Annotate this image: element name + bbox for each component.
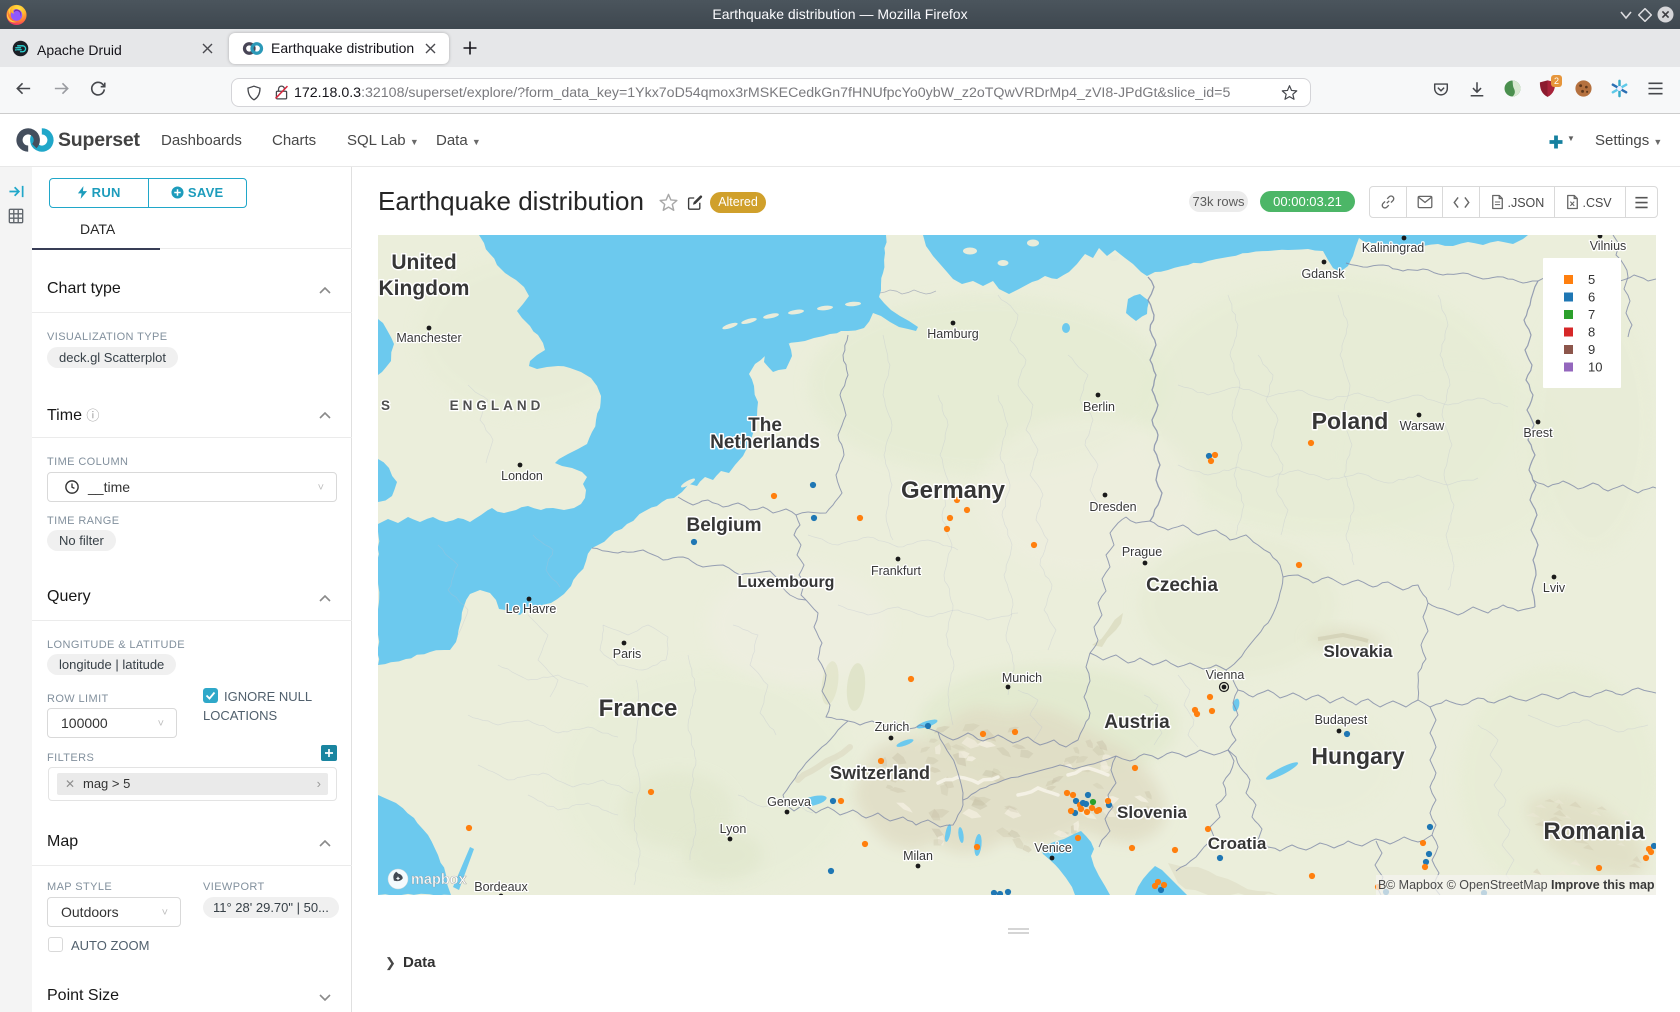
svg-text:Kingdom: Kingdom — [379, 277, 470, 300]
svg-text:7: 7 — [1588, 307, 1595, 322]
svg-text:Gdansk: Gdansk — [1301, 267, 1345, 281]
svg-text:B: B — [1378, 878, 1386, 892]
svg-text:6: 6 — [1588, 290, 1595, 305]
svg-text:Vienna: Vienna — [1206, 668, 1245, 682]
svg-text:5: 5 — [1588, 272, 1595, 287]
svg-text:Manchester: Manchester — [396, 331, 461, 345]
svg-text:Budapest: Budapest — [1315, 713, 1368, 727]
svg-text:ES: ES — [378, 398, 394, 413]
svg-text:Romania: Romania — [1543, 818, 1645, 845]
svg-text:Slovakia: Slovakia — [1324, 642, 1394, 661]
svg-text:Brest: Brest — [1523, 426, 1553, 440]
svg-text:Bordeaux: Bordeaux — [474, 880, 528, 894]
svg-text:Hamburg: Hamburg — [927, 327, 978, 341]
svg-text:Le Havre: Le Havre — [506, 602, 557, 616]
svg-text:Berlin: Berlin — [1083, 400, 1115, 414]
svg-text:Czechia: Czechia — [1146, 575, 1218, 596]
svg-text:Frankfurt: Frankfurt — [871, 564, 922, 578]
svg-text:Vilnius: Vilnius — [1590, 239, 1627, 253]
svg-text:Switzerland: Switzerland — [830, 763, 930, 783]
svg-text:mapbox: mapbox — [411, 872, 467, 888]
svg-text:Germany: Germany — [901, 477, 1006, 504]
svg-text:Milan: Milan — [903, 849, 933, 863]
svg-text:10: 10 — [1588, 360, 1602, 375]
svg-text:Venice: Venice — [1034, 841, 1072, 855]
svg-text:Netherlands: Netherlands — [710, 432, 820, 453]
svg-text:Slovenia: Slovenia — [1117, 803, 1187, 822]
svg-text:Croatia: Croatia — [1208, 834, 1267, 853]
svg-text:8: 8 — [1588, 325, 1595, 340]
svg-text:United: United — [391, 251, 456, 274]
svg-text:London: London — [501, 469, 543, 483]
svg-text:Warsaw: Warsaw — [1400, 419, 1446, 433]
svg-text:Austria: Austria — [1104, 712, 1170, 733]
svg-text:Luxembourg: Luxembourg — [738, 574, 835, 591]
svg-text:© Mapbox © OpenStreetMap Impro: © Mapbox © OpenStreetMap Improve this ma… — [1386, 878, 1655, 892]
svg-text:France: France — [599, 695, 678, 722]
svg-text:Hungary: Hungary — [1311, 743, 1405, 769]
svg-text:Belgium: Belgium — [687, 515, 762, 536]
svg-text:Zurich: Zurich — [875, 720, 910, 734]
svg-text:9: 9 — [1588, 342, 1595, 357]
svg-text:ENGLAND: ENGLAND — [450, 398, 545, 413]
svg-text:Kaliningrad: Kaliningrad — [1362, 241, 1425, 255]
svg-text:Geneva: Geneva — [767, 795, 811, 809]
svg-text:Munich: Munich — [1002, 671, 1042, 685]
svg-text:Prague: Prague — [1122, 545, 1162, 559]
svg-text:Dresden: Dresden — [1089, 500, 1136, 514]
svg-text:Poland: Poland — [1312, 408, 1389, 434]
svg-text:Paris: Paris — [613, 647, 641, 661]
svg-text:Lviv: Lviv — [1543, 581, 1566, 595]
svg-text:Lyon: Lyon — [720, 822, 747, 836]
